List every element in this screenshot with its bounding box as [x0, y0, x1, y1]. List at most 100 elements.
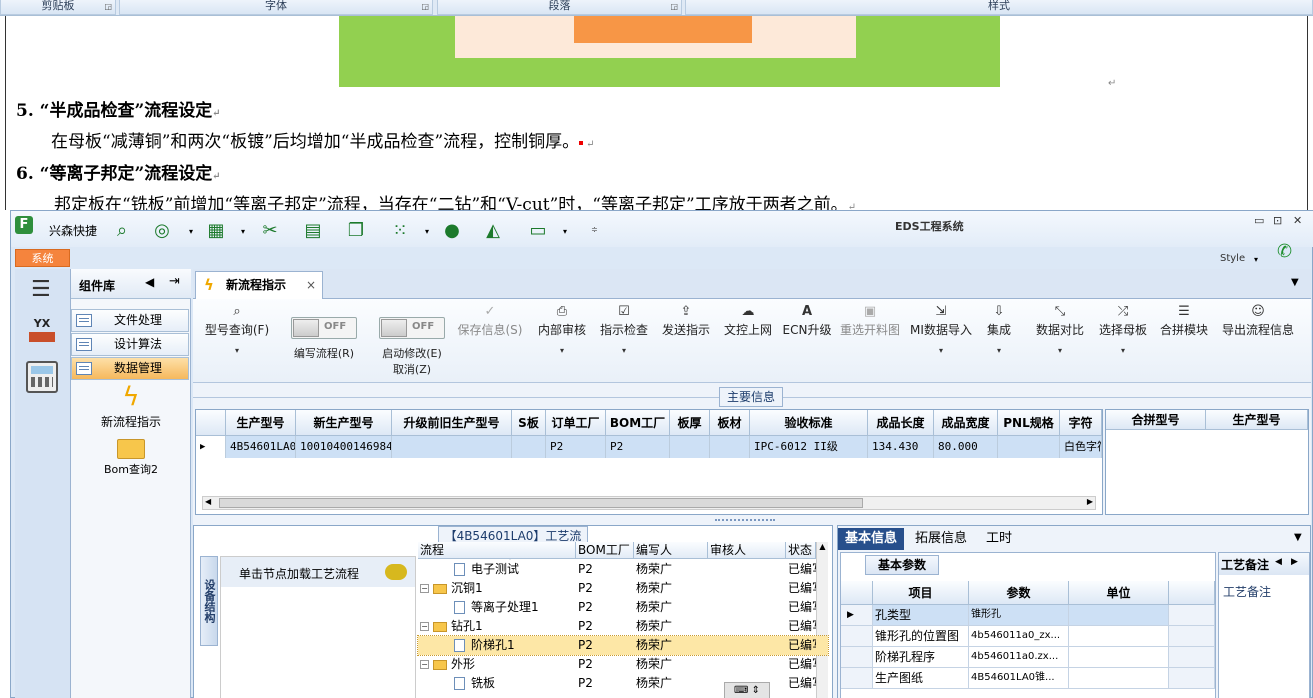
yx-factory-icon[interactable]: YX — [25, 317, 59, 347]
param-unit-cell[interactable] — [1069, 626, 1169, 647]
calculator-icon[interactable] — [26, 361, 58, 393]
scroll-left-icon[interactable]: ◀ — [205, 497, 211, 506]
param-unit-cell[interactable] — [1069, 647, 1169, 668]
tree-row[interactable]: − 外形 P2 杨荣广 已编写 — [418, 655, 828, 674]
ribbon-group-clipboard[interactable]: 剪贴板 ◲ — [0, 0, 116, 15]
enable-edit-toggle[interactable]: OFF — [379, 317, 445, 339]
instruction-check-button[interactable]: ☑ 指示检查 ▾ — [595, 303, 653, 375]
column-header[interactable]: 成品长度 — [868, 410, 934, 436]
column-header[interactable]: 成品宽度 — [934, 410, 998, 436]
scroll-right-icon[interactable]: ▶ — [1087, 497, 1093, 506]
phone-icon[interactable]: ✆ — [1277, 241, 1292, 262]
grid-cell[interactable] — [392, 436, 512, 458]
film-icon[interactable]: ▤ — [302, 220, 324, 241]
column-header[interactable]: 生产型号 — [1206, 410, 1308, 430]
filler-cell[interactable] — [1169, 626, 1215, 647]
area-chart-icon[interactable]: ◭ — [482, 220, 504, 241]
collapse-icon[interactable]: − — [420, 660, 429, 669]
param-unit-cell[interactable] — [1069, 668, 1169, 689]
tree-row[interactable]: 阶梯孔1 P2 杨荣广 已编写 — [417, 635, 829, 656]
lib-item-data-management[interactable]: 数据管理 — [71, 357, 189, 380]
row-indicator-icon[interactable] — [841, 647, 873, 668]
tab-extended-info[interactable]: 拓展信息 — [908, 528, 974, 550]
grid-cell[interactable] — [998, 436, 1060, 458]
grid-cell[interactable]: IPC-6012 II级 — [750, 436, 868, 458]
column-header[interactable]: 新生产型号 — [296, 410, 392, 436]
doc-heading-6[interactable]: 6. “等离子邦定”流程设定↵ — [16, 159, 221, 184]
lib-item-design-algorithm[interactable]: 设计算法 — [71, 333, 189, 356]
grid-cell[interactable]: 4B54601LA0 — [226, 436, 296, 458]
column-header[interactable]: 验收标准 — [750, 410, 868, 436]
tab-basic-params[interactable]: 基本参数 — [865, 555, 939, 575]
ribbon-group-styles[interactable]: 样式 — [685, 0, 1313, 15]
column-header[interactable]: 板厚 — [670, 410, 710, 436]
row-indicator-icon[interactable]: ▶ — [196, 436, 226, 458]
search-icon[interactable]: ⌕ — [111, 220, 133, 241]
grid-cell[interactable]: 白色字符 — [1060, 436, 1102, 458]
launcher-icon[interactable]: ◲ — [104, 1, 112, 13]
column-header[interactable]: 升级前旧生产型号 — [392, 410, 512, 436]
chevron-left-icon[interactable]: ◀ — [145, 275, 154, 289]
column-header[interactable]: 单位 — [1069, 581, 1169, 605]
grid-cell[interactable] — [512, 436, 546, 458]
dock-icon[interactable]: ⇥ — [169, 274, 180, 289]
device-structure-tab[interactable]: 设备结构 — [200, 556, 218, 646]
cancel-label[interactable]: 取消(Z) — [369, 361, 455, 377]
chevron-down-icon[interactable]: ▾ — [1254, 255, 1258, 264]
param-value-cell[interactable]: 4b546011a0_zx... — [969, 626, 1069, 647]
style-selector[interactable]: Style — [1220, 253, 1245, 264]
data-compare-button[interactable]: ⤡ 数据对比 ▾ — [1031, 303, 1089, 375]
tab-basic-info[interactable]: 基本信息 — [838, 528, 904, 550]
column-header[interactable]: 审核人 — [708, 542, 786, 559]
integrate-button[interactable]: ⇩ 集成 ▾ — [983, 303, 1015, 375]
column-header[interactable]: 状态 — [786, 542, 816, 559]
grid-cell[interactable] — [670, 436, 710, 458]
column-header[interactable]: 字符 — [1060, 410, 1102, 436]
param-item-cell[interactable]: 锥形孔的位置图 — [873, 626, 969, 647]
table-icon[interactable]: ▦ — [205, 220, 227, 241]
param-item-cell[interactable]: 孔类型 — [873, 605, 969, 626]
param-unit-cell[interactable] — [1069, 605, 1169, 626]
chevron-down-icon[interactable]: ▾ — [909, 346, 973, 355]
maximize-icon[interactable]: ⊡ — [1273, 214, 1282, 227]
column-header[interactable]: PNL规格 — [998, 410, 1060, 436]
column-header[interactable]: 板材 — [710, 410, 750, 436]
minimize-icon[interactable]: ▭ — [1254, 214, 1264, 227]
mi-import-button[interactable]: ⇲ MI数据导入 ▾ — [909, 303, 973, 375]
menu-icon[interactable]: ☰ — [31, 277, 51, 302]
chevron-down-icon[interactable]: ▾ — [241, 227, 245, 236]
chevron-down-icon[interactable]: ▾ — [199, 346, 275, 355]
chevron-down-icon[interactable]: ▾ — [595, 346, 653, 355]
column-header[interactable]: 订单工厂 — [546, 410, 606, 436]
write-flow-toggle[interactable]: OFF — [291, 317, 357, 339]
column-header[interactable]: 编写人 — [634, 542, 708, 559]
select-motherboard-button[interactable]: ⤮ 选择母板 ▾ — [1095, 303, 1151, 375]
chevron-down-icon[interactable]: ▾ — [1095, 346, 1151, 355]
panel-menu-icon[interactable]: ▼ — [1294, 532, 1302, 543]
tab-work-hours[interactable]: 工时 — [976, 528, 1022, 550]
doc-paragraph-5[interactable]: 在母板“减薄铜”和两次“板镀”后均增加“半成品检查”流程，控制铜厚。 ↵ — [51, 127, 595, 152]
chevron-down-icon[interactable]: ▾ — [533, 346, 591, 355]
grid-cell[interactable] — [710, 436, 750, 458]
lib-launch-bom-query[interactable]: Bom查询2 — [71, 439, 191, 479]
scroll-left-icon[interactable]: ◀ — [1275, 557, 1282, 567]
column-header[interactable]: 流程 — [418, 542, 576, 559]
tab-process-notes[interactable]: 工艺备注 — [1221, 556, 1269, 573]
doc-heading-5[interactable]: 5. “半成品检查”流程设定↵ — [16, 96, 221, 121]
ecn-upgrade-button[interactable]: A ECN升级 — [781, 303, 833, 375]
model-query-button[interactable]: ⌕ 型号查询(F) ▾ — [199, 303, 275, 375]
grid-cell[interactable]: 10010400146984 — [296, 436, 392, 458]
column-header[interactable]: 参数 — [969, 581, 1069, 605]
grid-cell[interactable]: 80.000 — [934, 436, 998, 458]
param-item-cell[interactable]: 阶梯孔程序 — [873, 647, 969, 668]
row-indicator-icon[interactable] — [841, 626, 873, 647]
filler-cell[interactable] — [1169, 647, 1215, 668]
param-item-cell[interactable]: 生产图纸 — [873, 668, 969, 689]
launcher-icon[interactable]: ◲ — [670, 1, 678, 13]
customize-qat-icon[interactable]: ≑ — [591, 225, 598, 234]
column-header[interactable]: BOM工厂 — [576, 542, 634, 559]
publish-online-button[interactable]: ☁ 文控上网 — [719, 303, 777, 375]
internal-review-button[interactable]: ⎙ 内部审核 ▾ — [533, 303, 591, 375]
param-value-cell[interactable]: 4b546011a0.zx... — [969, 647, 1069, 668]
send-instruction-button[interactable]: ⇪ 发送指示 — [657, 303, 715, 375]
